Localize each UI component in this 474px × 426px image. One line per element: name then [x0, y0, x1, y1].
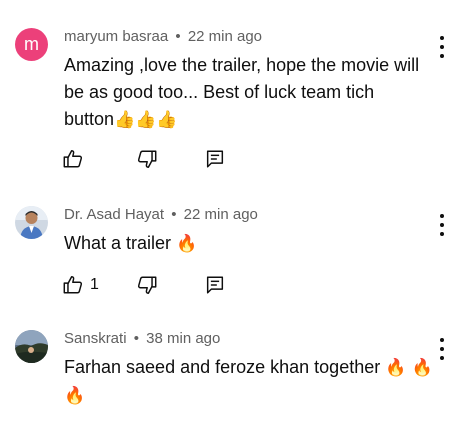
comment-text-line: button👍👍👍	[64, 106, 434, 134]
comment-text-line: Amazing ,love the trailer, hope the movi…	[64, 55, 420, 75]
meta-separator: •	[175, 28, 181, 45]
comment-time: 22 min ago	[187, 28, 263, 45]
meta-separator: •	[133, 330, 139, 347]
reply-button[interactable]	[204, 273, 226, 297]
reply-icon	[206, 276, 224, 294]
thumb-down-icon	[137, 150, 157, 168]
comment-meta: Sanskrati • 38 min ago	[64, 330, 220, 347]
avatar-photo	[15, 206, 48, 239]
comment-time: 22 min ago	[183, 206, 258, 223]
avatar[interactable]: m	[15, 28, 48, 61]
comment-text-line: 🔥	[64, 382, 434, 410]
comment-text: Amazing ,love the trailer, hope the movi…	[64, 52, 434, 134]
dislike-button[interactable]	[136, 147, 158, 171]
thumbs-up-emoji: 👍👍👍	[114, 110, 178, 130]
avatar-photo	[15, 330, 48, 363]
comment-text: What a trailer 🔥	[64, 230, 434, 258]
like-count: 1	[90, 276, 99, 293]
comment-time: 38 min ago	[146, 330, 221, 347]
comment-text-line: What a trailer 🔥	[64, 230, 434, 258]
meta-separator: •	[171, 206, 177, 223]
more-vert-icon[interactable]	[434, 214, 450, 236]
comment-author[interactable]: maryum basraa	[64, 28, 168, 45]
thumb-down-icon	[137, 276, 157, 294]
avatar-letter: m	[24, 34, 39, 54]
comment-meta: maryum basraa • 22 min ago	[64, 28, 262, 45]
comment-text-fragment: button	[64, 109, 115, 129]
comment-author[interactable]: Dr. Asad Hayat	[64, 206, 164, 223]
comment-author[interactable]: Sanskrati	[64, 330, 127, 347]
like-button[interactable]	[62, 147, 90, 171]
like-button[interactable]: 1	[62, 273, 99, 297]
comment-text-fragment: Farhan saeed and feroze khan together	[64, 357, 381, 377]
thumb-up-icon	[63, 150, 83, 168]
comment-text-fragment: What a trailer	[64, 233, 172, 253]
reply-icon	[206, 150, 224, 168]
comment-text: Farhan saeed and feroze khan together 🔥 …	[64, 354, 434, 410]
comment-text-line: be as good too... Best of luck team tich	[64, 82, 375, 102]
more-vert-icon[interactable]	[434, 338, 450, 360]
comment-text-line: Farhan saeed and feroze khan together 🔥 …	[64, 354, 434, 382]
reply-button[interactable]	[204, 147, 226, 171]
more-vert-icon[interactable]	[434, 36, 450, 58]
avatar[interactable]	[15, 206, 48, 239]
fire-emoji: 🔥	[176, 234, 198, 254]
avatar[interactable]	[15, 330, 48, 363]
comment-meta: Dr. Asad Hayat • 22 min ago	[64, 206, 258, 223]
fire-emoji: 🔥	[64, 386, 86, 406]
fire-emoji: 🔥 🔥	[385, 358, 433, 378]
dislike-button[interactable]	[136, 273, 158, 297]
thumb-up-icon	[63, 276, 83, 294]
